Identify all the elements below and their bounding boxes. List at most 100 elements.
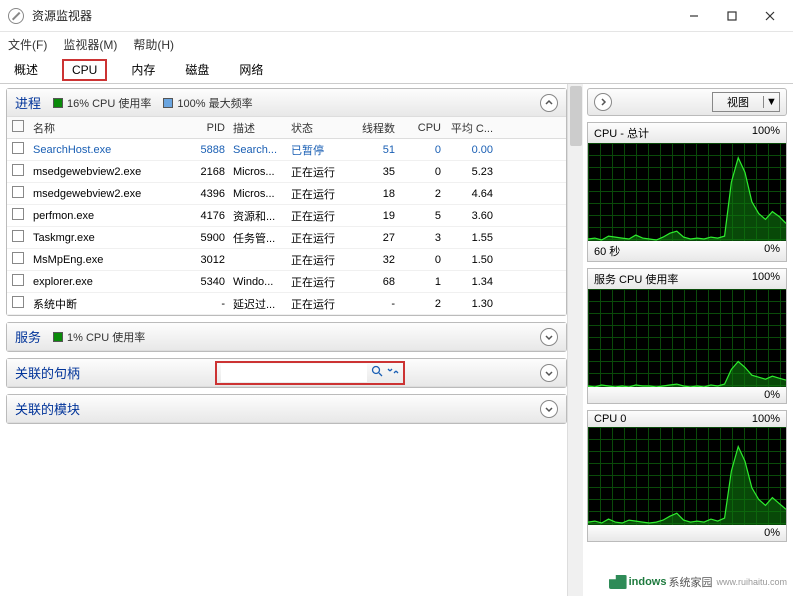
collapse-icon[interactable] bbox=[540, 94, 558, 112]
row-checkbox[interactable] bbox=[12, 230, 24, 242]
cell-state: 正在运行 bbox=[287, 296, 343, 312]
row-checkbox[interactable] bbox=[12, 186, 24, 198]
row-checkbox[interactable] bbox=[12, 208, 24, 220]
menu-monitor[interactable]: 监视器(M) bbox=[63, 36, 117, 53]
cell-state: 正在运行 bbox=[287, 230, 343, 246]
cell-threads: 35 bbox=[343, 166, 399, 178]
menu-help[interactable]: 帮助(H) bbox=[133, 36, 174, 53]
cell-desc: 资源和... bbox=[229, 208, 287, 224]
graph-canvas bbox=[588, 143, 786, 241]
cell-threads: 51 bbox=[343, 144, 399, 156]
table-row[interactable]: Taskmgr.exe5900任务管...正在运行2731.55 bbox=[7, 227, 566, 249]
col-desc[interactable]: 描述 bbox=[229, 120, 287, 136]
close-button[interactable] bbox=[763, 9, 777, 23]
graph-footer-left: 60 秒 bbox=[594, 243, 620, 259]
tab-overview[interactable]: 概述 bbox=[8, 57, 44, 82]
cell-avg: 1.30 bbox=[445, 298, 497, 310]
graph-box: CPU - 总计100%60 秒0% bbox=[587, 122, 787, 262]
maximize-button[interactable] bbox=[725, 9, 739, 23]
processes-header[interactable]: 进程 16% CPU 使用率 100% 最大频率 bbox=[7, 89, 566, 117]
cell-name: Taskmgr.exe bbox=[29, 232, 179, 244]
services-cpu-stat: 1% CPU 使用率 bbox=[53, 329, 145, 345]
left-scrollbar[interactable] bbox=[567, 84, 583, 596]
expand-right-icon[interactable] bbox=[594, 93, 612, 111]
cell-pid: 5340 bbox=[179, 276, 229, 288]
right-pane: 视图 ▼ CPU - 总计100%60 秒0%服务 CPU 使用率100%0%C… bbox=[583, 84, 793, 596]
cell-threads: 18 bbox=[343, 188, 399, 200]
graph-canvas bbox=[588, 427, 786, 525]
expand-icon[interactable] bbox=[540, 328, 558, 346]
search-input[interactable] bbox=[221, 364, 367, 382]
scrollbar-thumb[interactable] bbox=[570, 86, 582, 146]
row-checkbox[interactable] bbox=[12, 142, 24, 154]
cell-threads: 27 bbox=[343, 232, 399, 244]
dropdown-icon[interactable]: ▼ bbox=[763, 96, 779, 108]
tab-disk[interactable]: 磁盘 bbox=[179, 57, 215, 82]
services-title: 服务 bbox=[15, 327, 41, 346]
col-state[interactable]: 状态 bbox=[287, 120, 343, 136]
search-box bbox=[215, 361, 405, 385]
row-checkbox[interactable] bbox=[12, 296, 24, 308]
cell-avg: 4.64 bbox=[445, 188, 497, 200]
tab-cpu[interactable]: CPU bbox=[62, 59, 107, 81]
table-row[interactable]: SearchHost.exe5888Search...已暂停5100.00 bbox=[7, 139, 566, 161]
graph-max: 100% bbox=[752, 125, 780, 141]
cell-pid: 4396 bbox=[179, 188, 229, 200]
refresh-icon[interactable] bbox=[387, 365, 399, 380]
max-freq-stat: 100% 最大频率 bbox=[163, 95, 252, 111]
col-threads[interactable]: 线程数 bbox=[343, 120, 399, 136]
cell-cpu: 0 bbox=[399, 144, 445, 156]
search-icon[interactable] bbox=[371, 365, 383, 380]
green-square-icon bbox=[53, 332, 63, 342]
cell-state: 正在运行 bbox=[287, 186, 343, 202]
services-panel: 服务 1% CPU 使用率 bbox=[6, 322, 567, 352]
col-name[interactable]: 名称 bbox=[29, 120, 179, 136]
graph-max: 100% bbox=[752, 413, 780, 425]
row-checkbox[interactable] bbox=[12, 274, 24, 286]
select-all-checkbox[interactable] bbox=[12, 120, 24, 132]
services-header[interactable]: 服务 1% CPU 使用率 bbox=[7, 323, 566, 351]
cell-cpu: 5 bbox=[399, 210, 445, 222]
col-pid[interactable]: PID bbox=[179, 122, 229, 134]
cell-cpu: 0 bbox=[399, 166, 445, 178]
cell-state: 正在运行 bbox=[287, 208, 343, 224]
handles-panel: 关联的句柄 bbox=[6, 358, 567, 388]
graph-footer-right: 0% bbox=[764, 243, 780, 259]
table-row[interactable]: perfmon.exe4176资源和...正在运行1953.60 bbox=[7, 205, 566, 227]
minimize-button[interactable] bbox=[687, 9, 701, 23]
left-pane: 进程 16% CPU 使用率 100% 最大频率 名称 PID 描述 状态 线程… bbox=[0, 84, 567, 596]
menu-file[interactable]: 文件(F) bbox=[8, 36, 47, 53]
handles-header[interactable]: 关联的句柄 bbox=[7, 359, 566, 387]
cell-name: MsMpEng.exe bbox=[29, 254, 179, 266]
cell-pid: 5888 bbox=[179, 144, 229, 156]
graph-max: 100% bbox=[752, 271, 780, 287]
expand-icon[interactable] bbox=[540, 364, 558, 382]
cell-state: 正在运行 bbox=[287, 274, 343, 290]
cell-threads: 19 bbox=[343, 210, 399, 222]
cell-threads: 32 bbox=[343, 254, 399, 266]
tabbar: 概述 CPU 内存 磁盘 网络 bbox=[0, 56, 793, 84]
expand-icon[interactable] bbox=[540, 400, 558, 418]
table-row[interactable]: msedgewebview2.exe2168Micros...正在运行3505.… bbox=[7, 161, 566, 183]
cell-threads: 68 bbox=[343, 276, 399, 288]
tab-network[interactable]: 网络 bbox=[233, 57, 269, 82]
cell-name: msedgewebview2.exe bbox=[29, 188, 179, 200]
cell-state: 正在运行 bbox=[287, 164, 343, 180]
row-checkbox[interactable] bbox=[12, 164, 24, 176]
table-row[interactable]: explorer.exe5340Windo...正在运行6811.34 bbox=[7, 271, 566, 293]
table-row[interactable]: msedgewebview2.exe4396Micros...正在运行1824.… bbox=[7, 183, 566, 205]
cell-avg: 1.50 bbox=[445, 254, 497, 266]
cpu-usage-stat: 16% CPU 使用率 bbox=[53, 95, 151, 111]
col-avg[interactable]: 平均 C... bbox=[445, 120, 497, 136]
processes-panel: 进程 16% CPU 使用率 100% 最大频率 名称 PID 描述 状态 线程… bbox=[6, 88, 567, 316]
cell-desc: Micros... bbox=[229, 188, 287, 200]
table-row[interactable]: 系统中断-延迟过...正在运行-21.30 bbox=[7, 293, 566, 315]
view-select[interactable]: 视图 ▼ bbox=[712, 92, 780, 112]
cell-cpu: 2 bbox=[399, 298, 445, 310]
col-cpu[interactable]: CPU bbox=[399, 122, 445, 134]
modules-header[interactable]: 关联的模块 bbox=[7, 395, 566, 423]
tab-memory[interactable]: 内存 bbox=[125, 57, 161, 82]
row-checkbox[interactable] bbox=[12, 252, 24, 264]
table-row[interactable]: MsMpEng.exe3012正在运行3201.50 bbox=[7, 249, 566, 271]
cell-avg: 1.55 bbox=[445, 232, 497, 244]
